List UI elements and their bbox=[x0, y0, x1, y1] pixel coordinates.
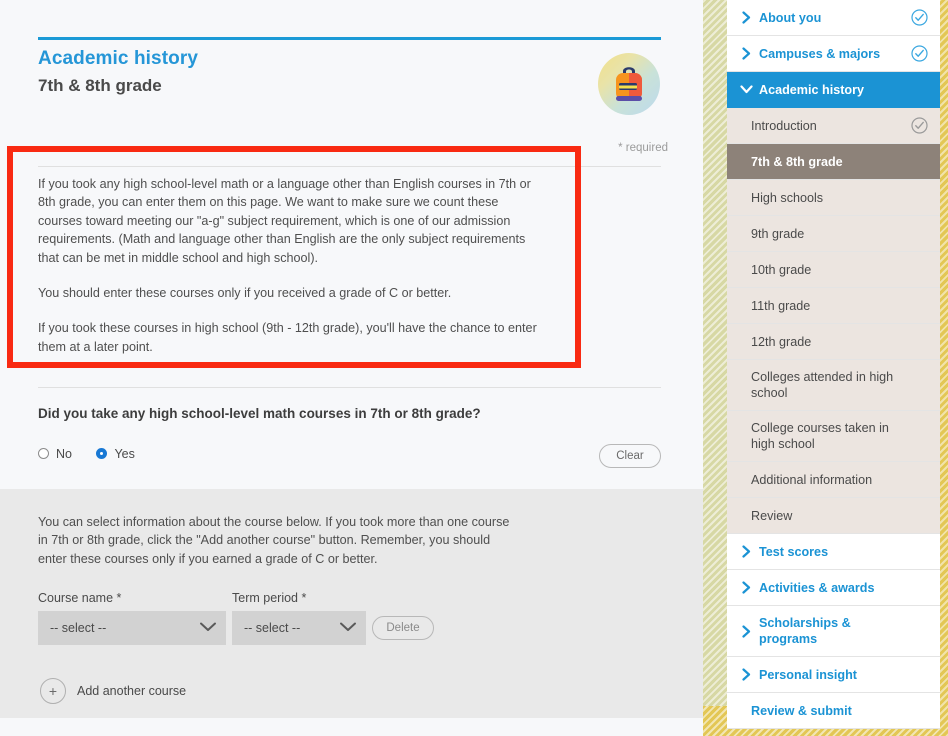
term-period-select[interactable]: -- select -- bbox=[232, 611, 366, 645]
intro-paragraph-3: If you took these courses in high school… bbox=[38, 321, 537, 354]
clear-button[interactable]: Clear bbox=[599, 444, 661, 468]
chevron-down-icon bbox=[200, 621, 216, 635]
divider-below-intro bbox=[38, 387, 661, 388]
backpack-badge bbox=[598, 53, 660, 115]
radio-circle-yes[interactable] bbox=[96, 448, 108, 459]
sidebar-item-label: High schools bbox=[751, 190, 824, 205]
radio-circle-no[interactable] bbox=[38, 448, 49, 459]
sidebar-item-label: Introduction bbox=[751, 118, 817, 133]
sidebar-item-12th-grade[interactable]: 12th grade bbox=[727, 324, 940, 360]
radio-option-yes[interactable]: Yes bbox=[96, 446, 135, 461]
sidebar-item-label: Personal insight bbox=[759, 667, 857, 682]
sidebar-item-7th-8th-grade[interactable]: 7th & 8th grade bbox=[727, 144, 940, 180]
sidebar-item-campuses-majors[interactable]: Campuses & majors bbox=[727, 36, 940, 72]
sidebar-item-label: Activities & awards bbox=[759, 580, 875, 595]
sidebar-item-label: Test scores bbox=[759, 544, 829, 559]
add-another-course-label: Add another course bbox=[77, 684, 187, 698]
sidebar-item-academic-history[interactable]: Academic history bbox=[727, 72, 940, 108]
sidebar-item-high-schools[interactable]: High schools bbox=[727, 180, 940, 216]
sidebar-item-label: 7th & 8th grade bbox=[751, 154, 843, 169]
chevron-down-icon bbox=[340, 621, 356, 635]
check-circle-icon bbox=[910, 117, 928, 134]
course-name-select[interactable]: -- select -- bbox=[38, 611, 226, 645]
page-title-section: Academic history bbox=[38, 48, 198, 69]
check-circle-icon bbox=[910, 45, 928, 62]
sidebar-item-review-submit[interactable]: Review & submit bbox=[727, 693, 940, 729]
sidebar-item-label: Campuses & majors bbox=[759, 46, 881, 61]
chevron-right-icon bbox=[739, 545, 753, 558]
chevron-right-icon bbox=[739, 581, 753, 594]
sidebar-item-review[interactable]: Review bbox=[727, 498, 940, 534]
sidebar-item-label: Academic history bbox=[759, 82, 864, 97]
sidebar-item-personal-insight[interactable]: Personal insight bbox=[727, 657, 940, 693]
chevron-right-icon bbox=[739, 624, 753, 638]
sidebar-item-label: 9th grade bbox=[751, 226, 805, 241]
application-root: Academic history 7th & 8th grade * requi… bbox=[0, 0, 948, 736]
radio-label-no: No bbox=[56, 446, 72, 461]
course-form-description: You can select information about the cou… bbox=[38, 515, 510, 566]
check-circle-icon bbox=[910, 9, 928, 26]
radio-option-no[interactable]: No bbox=[38, 447, 72, 461]
intro-copy: If you took any high school-level math o… bbox=[38, 175, 543, 356]
sidebar-item-introduction[interactable]: Introduction bbox=[727, 108, 940, 144]
backpack-icon bbox=[616, 67, 642, 101]
sidebar-item-label: Additional information bbox=[751, 472, 873, 487]
delete-course-button[interactable]: Delete bbox=[372, 616, 434, 640]
sidebar-item-college-courses-taken-in-high-school[interactable]: College courses taken in high school bbox=[727, 411, 940, 462]
add-another-course-button[interactable]: + Add another course bbox=[40, 678, 186, 704]
application-nav-sidebar: About you Campuses & majors Academic histo… bbox=[727, 0, 940, 729]
chevron-right-icon bbox=[739, 47, 753, 60]
sidebar-item-label: College courses taken in high school bbox=[751, 421, 889, 451]
sidebar-item-about-you[interactable]: About you bbox=[727, 0, 940, 36]
chevron-down-icon bbox=[739, 85, 753, 94]
question-label: Did you take any high school-level math … bbox=[38, 406, 481, 421]
chevron-right-icon bbox=[739, 11, 753, 24]
page-title-subsection: 7th & 8th grade bbox=[38, 76, 162, 95]
required-legend: * required bbox=[618, 142, 668, 154]
sidebar-item-label: Colleges attended in high school bbox=[751, 370, 894, 400]
plus-icon: + bbox=[40, 678, 66, 704]
main-content-panel: Academic history 7th & 8th grade * requi… bbox=[0, 0, 703, 736]
divider-above-intro bbox=[38, 166, 661, 167]
sidebar-item-label: Scholarships & programs bbox=[759, 616, 851, 646]
intro-paragraph-2: You should enter these courses only if y… bbox=[38, 286, 452, 301]
page-title: Academic history 7th & 8th grade bbox=[38, 46, 558, 99]
decorative-stripe-right bbox=[940, 0, 948, 736]
intro-paragraph-1: If you took any high school-level math o… bbox=[38, 177, 531, 265]
sidebar-item-colleges-attended-in-high-school[interactable]: Colleges attended in high school bbox=[727, 360, 940, 411]
sidebar-item-10th-grade[interactable]: 10th grade bbox=[727, 252, 940, 288]
sidebar-item-label: Review bbox=[751, 508, 793, 523]
math-courses-radio-group[interactable]: No Yes bbox=[38, 446, 338, 468]
sidebar-item-label: Review & submit bbox=[751, 703, 852, 718]
course-name-label: Course name * bbox=[38, 591, 122, 605]
sidebar-item-label: About you bbox=[759, 10, 822, 25]
sidebar-item-scholarships-programs[interactable]: Scholarships & programs bbox=[727, 606, 940, 657]
term-period-selected-value: -- select -- bbox=[244, 621, 301, 635]
sidebar-item-label: 10th grade bbox=[751, 262, 812, 277]
decorative-stripe-left bbox=[703, 0, 727, 736]
sidebar-item-label: 11th grade bbox=[751, 298, 811, 313]
course-name-selected-value: -- select -- bbox=[50, 621, 107, 635]
sidebar-item-9th-grade[interactable]: 9th grade bbox=[727, 216, 940, 252]
sidebar-item-activities-awards[interactable]: Activities & awards bbox=[727, 570, 940, 606]
term-period-label: Term period * bbox=[232, 591, 307, 605]
title-top-rule bbox=[38, 37, 661, 40]
sidebar-item-additional-information[interactable]: Additional information bbox=[727, 462, 940, 498]
content-footer-spacer bbox=[0, 718, 703, 736]
sidebar-item-label: 12th grade bbox=[751, 334, 812, 349]
chevron-right-icon bbox=[739, 668, 753, 681]
sidebar-item-test-scores[interactable]: Test scores bbox=[727, 534, 940, 570]
sidebar-item-11th-grade[interactable]: 11th grade bbox=[727, 288, 940, 324]
radio-label-yes: Yes bbox=[114, 446, 135, 461]
